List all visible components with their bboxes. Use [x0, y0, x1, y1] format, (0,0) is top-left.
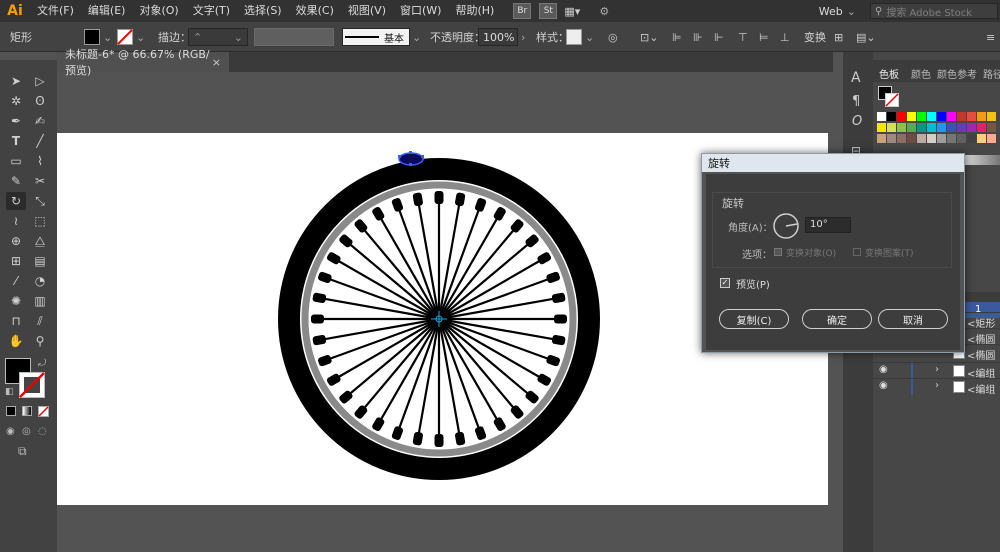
angle-dial-icon[interactable] — [772, 212, 800, 240]
color-swatch[interactable] — [957, 123, 966, 132]
options-label: 选项： — [742, 250, 772, 261]
eye-icon[interactable]: ◉ — [879, 364, 888, 375]
paragraph-panel-icon[interactable]: ¶ — [852, 94, 860, 109]
layer-row-label: <编组 — [967, 385, 996, 396]
transform-objects-checkbox[interactable] — [774, 248, 782, 256]
color-swatch[interactable] — [967, 112, 976, 121]
color-swatch[interactable] — [917, 134, 926, 143]
rotate-group-label: 旋转 — [722, 197, 744, 210]
color-swatch[interactable] — [987, 123, 996, 132]
chevron-right-icon[interactable]: › — [935, 380, 939, 391]
layer-thumbnail — [953, 381, 965, 393]
tab-color-guide[interactable]: 颜色参考 — [937, 66, 977, 81]
color-swatch[interactable] — [927, 112, 936, 121]
dialog-title: 旋转 — [702, 154, 964, 172]
color-swatch[interactable] — [907, 123, 916, 132]
color-swatch[interactable] — [947, 123, 956, 132]
color-swatch[interactable] — [877, 123, 886, 132]
color-swatch[interactable] — [907, 134, 916, 143]
ok-button[interactable]: 确定 — [802, 309, 872, 329]
transform-patterns-checkbox[interactable] — [853, 248, 861, 256]
eye-icon[interactable]: ◉ — [879, 380, 888, 391]
chevron-right-icon[interactable]: › — [935, 364, 939, 375]
color-swatch[interactable] — [887, 112, 896, 121]
layer-row-label: <椭圆 — [967, 351, 996, 362]
preview-checkbox[interactable]: ✓ — [720, 278, 730, 288]
color-swatch[interactable] — [957, 134, 966, 143]
spoke-nipple — [554, 314, 567, 324]
rotate-dialog: 旋转 旋转 角度(A)： 10° 选项： 变换对象(O) 变换图案(T) ✓ 预… — [701, 153, 965, 353]
layer-row[interactable]: ◉ › <编组 — [873, 362, 1000, 380]
swatch-grid[interactable] — [877, 112, 1000, 152]
color-swatch[interactable] — [927, 123, 936, 132]
spoke-nipple — [434, 191, 444, 204]
color-swatch[interactable] — [917, 112, 926, 121]
color-swatch[interactable] — [887, 134, 896, 143]
layer-thumbnail — [953, 365, 965, 377]
preview-label: 预览(P) — [736, 280, 770, 291]
color-swatch[interactable] — [927, 134, 936, 143]
color-swatch[interactable] — [967, 134, 976, 143]
color-swatch[interactable] — [937, 134, 946, 143]
opentype-panel-icon[interactable]: O — [852, 114, 862, 129]
layer-target-line — [911, 379, 913, 395]
spoke-nipple — [311, 314, 324, 324]
color-swatch[interactable] — [977, 123, 986, 132]
color-swatch[interactable] — [967, 123, 976, 132]
color-swatch[interactable] — [887, 123, 896, 132]
color-swatch[interactable] — [937, 123, 946, 132]
color-swatch[interactable] — [897, 112, 906, 121]
color-swatch[interactable] — [977, 112, 986, 121]
copy-button[interactable]: 复制(C) — [719, 309, 789, 329]
wheel-artwork[interactable] — [278, 151, 600, 480]
color-swatch[interactable] — [947, 112, 956, 121]
angle-input[interactable]: 10° — [805, 217, 851, 233]
layer-target-line — [911, 363, 913, 379]
color-swatch[interactable] — [937, 112, 946, 121]
color-swatch[interactable] — [897, 123, 906, 132]
angle-label: 角度(A)： — [728, 223, 773, 234]
color-swatch[interactable] — [877, 112, 886, 121]
layer-row[interactable]: ◉ › <编组 — [873, 378, 1000, 396]
selected-nipple-object[interactable] — [398, 151, 424, 166]
transform-patterns-label: 变换图案(T) — [865, 249, 914, 259]
color-swatch[interactable] — [907, 112, 916, 121]
spoke-nipple — [434, 434, 444, 447]
tab-color[interactable]: 颜色 — [911, 66, 931, 81]
cancel-button[interactable]: 取消 — [878, 309, 948, 329]
color-swatch[interactable] — [977, 134, 986, 143]
transform-objects-label: 变换对象(O) — [786, 249, 837, 259]
color-swatch[interactable] — [917, 123, 926, 132]
color-swatch[interactable] — [987, 134, 996, 143]
color-swatch[interactable] — [987, 112, 996, 121]
color-swatch[interactable] — [897, 134, 906, 143]
color-swatch[interactable] — [877, 134, 886, 143]
tab-pathfinder[interactable]: 路径 — [983, 66, 1000, 81]
swatch-grid-lower — [963, 155, 1000, 165]
character-panel-icon[interactable]: A — [851, 70, 861, 86]
color-swatch[interactable] — [957, 112, 966, 121]
tab-swatches[interactable]: 色板 — [879, 66, 899, 81]
color-swatch[interactable] — [947, 134, 956, 143]
panel-stroke-swatch[interactable] — [885, 93, 899, 107]
